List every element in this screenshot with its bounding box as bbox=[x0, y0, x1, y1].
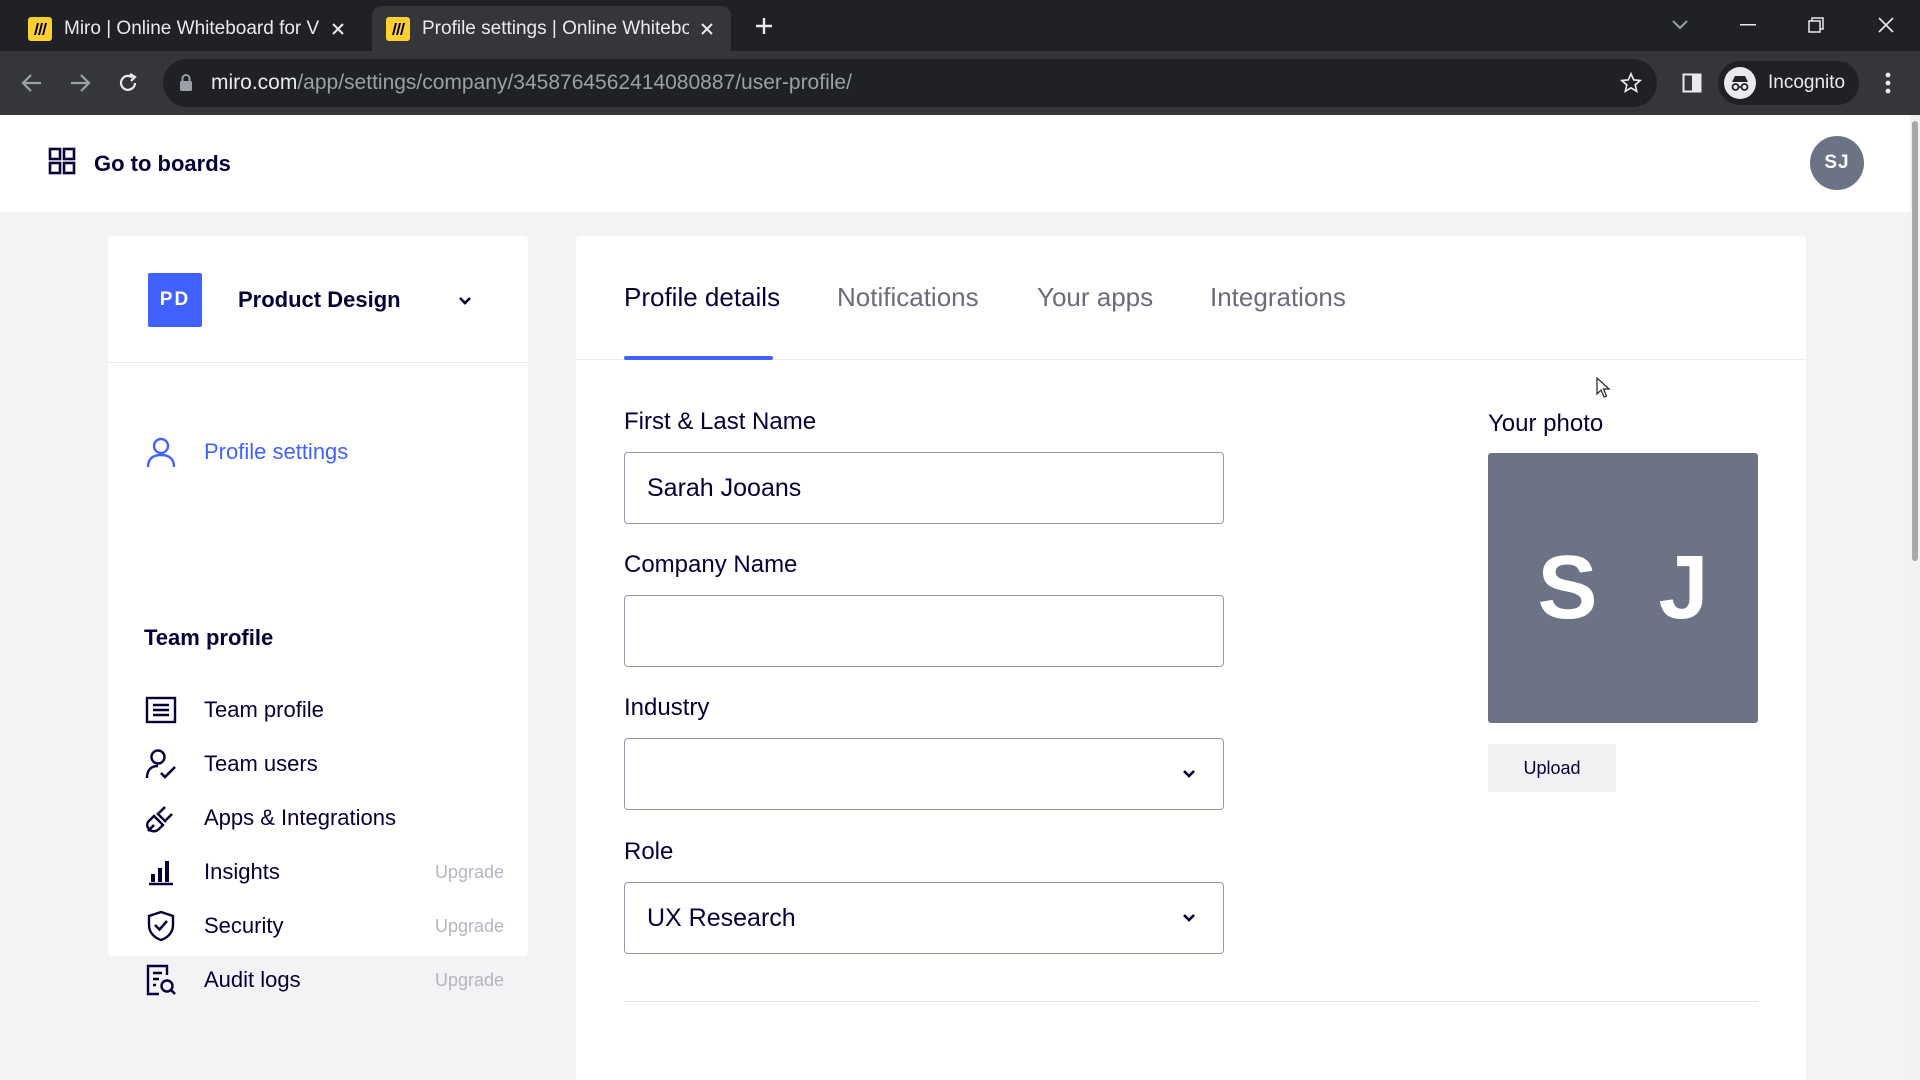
close-tab-icon[interactable] bbox=[697, 19, 717, 39]
restore-window-icon[interactable] bbox=[1796, 8, 1836, 42]
incognito-profile-button[interactable]: Incognito bbox=[1718, 61, 1860, 105]
role-selected-value: UX Research bbox=[647, 903, 796, 932]
sidebar-item-audit-logs[interactable]: Audit logs Upgrade bbox=[144, 958, 504, 1002]
industry-select[interactable] bbox=[624, 738, 1224, 810]
page-content: Go to boards SJ PD Product Design Profil… bbox=[0, 115, 1920, 1080]
lock-icon bbox=[179, 74, 199, 92]
incognito-icon bbox=[1724, 67, 1756, 99]
bookmark-star-icon[interactable] bbox=[1619, 71, 1643, 95]
sidebar-item-label: Insights bbox=[204, 859, 280, 884]
url-path: /app/settings/company/345876456241408088… bbox=[297, 71, 852, 94]
bar-chart-icon bbox=[144, 855, 178, 889]
sidebar-item-insights[interactable]: Insights Upgrade bbox=[144, 850, 504, 894]
sidebar-item-label: Security bbox=[204, 913, 284, 938]
shield-check-icon bbox=[144, 909, 178, 943]
browser-tab-profile-settings[interactable]: Profile settings | Online Whiteboard for… bbox=[372, 6, 731, 51]
settings-main-panel: Profile details Notifications Your apps … bbox=[576, 236, 1806, 1080]
browser-tab-strip: Miro | Online Whiteboard for Visual Coll… bbox=[0, 0, 1920, 51]
tab-title: Profile settings | Online Whiteboard for… bbox=[422, 17, 689, 39]
tab-integrations[interactable]: Integrations bbox=[1210, 282, 1346, 313]
sidebar-item-label: Team users bbox=[204, 751, 318, 776]
sidebar-item-security[interactable]: Security Upgrade bbox=[144, 904, 504, 948]
plug-icon bbox=[144, 801, 178, 835]
active-tab-indicator bbox=[624, 356, 773, 360]
profile-photo: S J bbox=[1488, 453, 1758, 723]
tab-title: Miro | Online Whiteboard for Visual Coll… bbox=[64, 17, 320, 39]
sidebar-item-team-profile[interactable]: Team profile bbox=[144, 688, 504, 732]
miro-favicon-icon bbox=[28, 16, 52, 41]
sidebar-item-profile-settings[interactable]: Profile settings bbox=[144, 430, 504, 474]
sidebar-item-label: Audit logs bbox=[204, 967, 301, 992]
tab-profile-details[interactable]: Profile details bbox=[624, 282, 780, 313]
minimize-window-icon[interactable] bbox=[1728, 8, 1768, 42]
browser-toolbar: miro.com/app/settings/company/3458764562… bbox=[0, 51, 1920, 115]
browser-tab-miro[interactable]: Miro | Online Whiteboard for Visual Coll… bbox=[14, 6, 362, 51]
forward-arrow-icon[interactable] bbox=[62, 65, 98, 101]
close-window-icon[interactable] bbox=[1866, 8, 1906, 42]
app-header: Go to boards SJ bbox=[0, 115, 1920, 212]
name-field-label: First & Last Name bbox=[624, 408, 817, 435]
chevron-down-icon[interactable] bbox=[453, 289, 477, 313]
company-name-input[interactable] bbox=[624, 595, 1224, 667]
side-panel-icon[interactable] bbox=[1674, 65, 1710, 101]
upgrade-badge[interactable]: Upgrade bbox=[435, 970, 504, 991]
sidebar-item-label: Profile settings bbox=[204, 439, 349, 464]
url-text: miro.com/app/settings/company/3458764562… bbox=[211, 71, 852, 95]
sidebar-item-label: Team profile bbox=[204, 697, 324, 722]
mouse-cursor-icon bbox=[1596, 377, 1611, 398]
company-field-label: Company Name bbox=[624, 551, 798, 578]
grid-icon bbox=[48, 147, 76, 180]
tab-search-chevron-icon[interactable] bbox=[1660, 8, 1700, 42]
new-tab-plus-icon[interactable] bbox=[748, 10, 780, 42]
incognito-label: Incognito bbox=[1768, 72, 1846, 93]
browser-menu-kebab-icon[interactable] bbox=[1870, 65, 1906, 101]
go-to-boards-label: Go to boards bbox=[94, 150, 231, 176]
go-to-boards-link[interactable]: Go to boards bbox=[48, 147, 231, 180]
sidebar-item-team-users[interactable]: Team users bbox=[144, 742, 504, 786]
sidebar-item-label: Apps & Integrations bbox=[204, 805, 397, 830]
upload-photo-button[interactable]: Upload bbox=[1488, 744, 1616, 792]
list-icon bbox=[144, 693, 178, 727]
tab-notifications[interactable]: Notifications bbox=[837, 282, 979, 313]
url-host: miro.com bbox=[211, 71, 298, 94]
back-arrow-icon[interactable] bbox=[14, 65, 50, 101]
user-avatar[interactable]: SJ bbox=[1810, 136, 1864, 190]
role-select[interactable]: UX Research bbox=[624, 882, 1224, 954]
sidebar-item-apps-integrations[interactable]: Apps & Integrations bbox=[144, 796, 504, 840]
chevron-down-icon bbox=[1177, 762, 1201, 786]
settings-tabs: Profile details Notifications Your apps … bbox=[576, 236, 1806, 360]
chevron-down-icon bbox=[1177, 906, 1201, 930]
tab-your-apps[interactable]: Your apps bbox=[1037, 282, 1153, 313]
page-scrollbar[interactable] bbox=[1910, 115, 1920, 1080]
scrollbar-thumb[interactable] bbox=[1912, 121, 1918, 561]
photo-label: Your photo bbox=[1488, 410, 1604, 437]
upgrade-badge[interactable]: Upgrade bbox=[435, 862, 504, 883]
close-tab-icon[interactable] bbox=[328, 19, 348, 39]
team-switcher[interactable]: PD Product Design bbox=[108, 236, 528, 363]
role-field-label: Role bbox=[624, 838, 674, 865]
document-search-icon bbox=[144, 963, 178, 997]
user-check-icon bbox=[144, 747, 178, 781]
upgrade-badge[interactable]: Upgrade bbox=[435, 916, 504, 937]
reload-icon[interactable] bbox=[110, 65, 146, 101]
address-bar[interactable]: miro.com/app/settings/company/3458764562… bbox=[163, 59, 1657, 107]
team-logo: PD bbox=[148, 273, 202, 327]
industry-field-label: Industry bbox=[624, 694, 710, 721]
miro-favicon-icon bbox=[386, 16, 410, 41]
team-name: Product Design bbox=[238, 287, 401, 312]
section-divider bbox=[624, 1001, 1758, 1002]
settings-sidebar: PD Product Design Profile settings Team … bbox=[108, 236, 528, 996]
name-input[interactable] bbox=[624, 452, 1224, 524]
sidebar-section-title: Team profile bbox=[144, 625, 274, 650]
user-icon bbox=[144, 435, 178, 469]
